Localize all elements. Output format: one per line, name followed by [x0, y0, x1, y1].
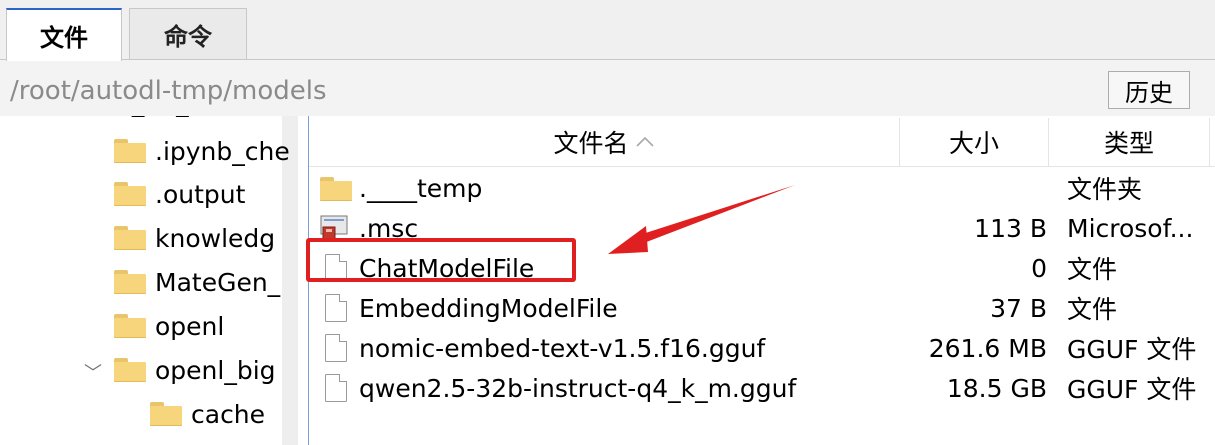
tree-item-label: MateGen_	[155, 267, 281, 297]
column-header-name[interactable]: 文件名	[309, 118, 899, 166]
folder-icon	[150, 402, 182, 426]
column-header-size-label: 大小	[948, 129, 999, 158]
folder-icon	[114, 358, 146, 382]
tree-item-cache[interactable]: cache	[150, 394, 265, 434]
history-button[interactable]: 历史	[1108, 71, 1190, 109]
tree-item-label: openl	[155, 311, 225, 341]
file-size	[900, 168, 1047, 208]
column-divider[interactable]	[1209, 118, 1210, 166]
file-type: 文件夹	[1067, 175, 1143, 204]
column-header-type[interactable]: 类型	[1049, 118, 1209, 166]
file-type: 文件	[1067, 295, 1118, 324]
file-size: 113 B	[974, 213, 1047, 243]
file-icon	[325, 334, 347, 362]
tree-item-knowledg[interactable]: knowledg	[114, 218, 275, 258]
column-header-name-label: 文件名	[553, 129, 629, 158]
file-icon	[325, 294, 347, 322]
file-icon	[325, 374, 347, 402]
folder-icon	[114, 139, 146, 163]
folder-icon	[114, 314, 146, 338]
tree-partial-item: g_ .. _g	[116, 116, 205, 117]
annotation-arrow-icon	[608, 185, 795, 254]
sort-ascending-icon	[635, 136, 654, 147]
chevron-down-icon[interactable]: ﹀	[84, 359, 102, 385]
tab-file[interactable]: 文件	[6, 8, 122, 61]
tree-item-label: openl_big	[155, 355, 276, 385]
tree-item-openl[interactable]: openl	[114, 306, 224, 346]
folder-icon	[320, 175, 352, 201]
file-type: Microsof...	[1067, 213, 1194, 243]
file-size: 18.5 GB	[946, 373, 1047, 403]
tree-item-label: knowledg	[155, 223, 276, 253]
tree-item-label: cache	[191, 399, 266, 429]
column-header-type-label: 类型	[1103, 129, 1154, 158]
highlight-box	[306, 238, 576, 282]
file-name: nomic-embed-text-v1.5.f16.gguf	[359, 333, 766, 363]
column-header-size[interactable]: 大小	[900, 118, 1048, 166]
tree-item-label: .output	[155, 179, 246, 209]
file-row[interactable]: EmbeddingModelFile 37 B 文件	[309, 288, 1215, 328]
file-name: qwen2.5-32b-instruct-q4_k_m.gguf	[359, 373, 797, 403]
file-size: 0	[1031, 253, 1047, 283]
tab-command[interactable]: 命令	[129, 8, 247, 60]
file-type: GGUF 文件	[1067, 375, 1197, 404]
path-input[interactable]: /root/autodl-tmp/models	[10, 76, 327, 106]
folder-icon	[114, 226, 146, 250]
file-row[interactable]: nomic-embed-text-v1.5.f16.gguf 261.6 MB …	[309, 328, 1215, 368]
folder-icon	[114, 270, 146, 294]
tree-item-mategen[interactable]: MateGen_	[114, 262, 280, 302]
file-type: GGUF 文件	[1067, 335, 1197, 364]
folder-icon	[114, 182, 146, 206]
file-size: 261.6 MB	[928, 333, 1047, 363]
file-row[interactable]: qwen2.5-32b-instruct-q4_k_m.gguf 18.5 GB…	[309, 368, 1215, 408]
tree-item-output[interactable]: .output	[114, 174, 245, 214]
file-size: 37 B	[990, 293, 1047, 323]
tree-item-label: .ipynb_che	[155, 136, 290, 166]
tree-item-ipynb[interactable]: .ipynb_che	[114, 131, 290, 171]
file-type: 文件	[1067, 255, 1118, 284]
file-name: EmbeddingModelFile	[359, 293, 618, 323]
tree-item-openl-big[interactable]: openl_big	[114, 350, 276, 390]
